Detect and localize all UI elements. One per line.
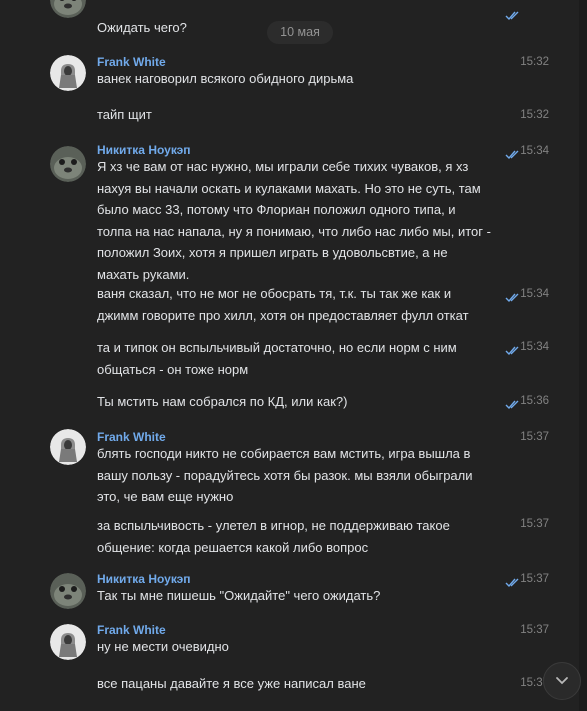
message-text: за вспыльчивость - улетел в игнор, не по… xyxy=(97,518,450,555)
message-text: все пацаны давайте я все уже написал ван… xyxy=(97,676,366,691)
read-checkmark-icon xyxy=(505,147,520,160)
avatar-frank-white[interactable] xyxy=(50,55,86,91)
message-text: Я хз че вам от нас нужно, мы играли себе… xyxy=(97,159,491,282)
message-time[interactable]: 15:37 xyxy=(520,429,549,445)
avatar-frank-white[interactable] xyxy=(50,624,86,660)
message-text: тайп щит xyxy=(97,107,152,122)
message-time[interactable]: 15:37 xyxy=(520,516,549,532)
message-time[interactable]: 15:32 xyxy=(520,107,549,123)
message-text: Ты мстить нам собрался по КД, или как?) xyxy=(97,394,348,409)
message-time[interactable]: 15:32 xyxy=(520,54,549,70)
message-text: ваня сказал, что не мог не обосрать тя, … xyxy=(97,286,469,323)
message-text: Так ты мне пишешь "Ожидайте" чего ожидат… xyxy=(97,588,381,603)
read-checkmark-icon xyxy=(505,397,520,410)
date-separator: 10 мая xyxy=(267,21,333,44)
message-text: ну не мести очевидно xyxy=(97,639,229,654)
message-time[interactable]: 15:34 xyxy=(520,286,549,302)
message-time[interactable]: 15:36 xyxy=(520,393,549,409)
chat-history[interactable]: Ожидать чего? 10 мая Frank White ванек н… xyxy=(0,0,575,711)
scroll-to-bottom-button[interactable] xyxy=(543,662,581,700)
scrollbar[interactable] xyxy=(579,0,587,711)
avatar-nikitka[interactable] xyxy=(50,0,86,18)
read-checkmark-icon xyxy=(505,575,520,588)
message-text: ванек наговорил всякого обидного дирьма xyxy=(97,71,354,86)
avatar-nikitka[interactable] xyxy=(50,573,86,609)
read-checkmark-icon xyxy=(505,8,520,21)
avatar-nikitka[interactable] xyxy=(50,146,86,182)
avatar-frank-white[interactable] xyxy=(50,429,86,465)
message-time[interactable]: 15:37 xyxy=(520,622,549,638)
message-time[interactable]: 15:34 xyxy=(520,143,549,159)
message-text: та и типок он вспыльчивый достаточно, но… xyxy=(97,340,457,377)
message-time[interactable]: 15:34 xyxy=(520,339,549,355)
message-time[interactable]: 15:37 xyxy=(520,571,549,587)
read-checkmark-icon xyxy=(505,343,520,356)
message-text: блять господи никто не собирается вам мс… xyxy=(97,446,473,504)
chevron-down-icon xyxy=(556,677,568,685)
read-checkmark-icon xyxy=(505,290,520,303)
